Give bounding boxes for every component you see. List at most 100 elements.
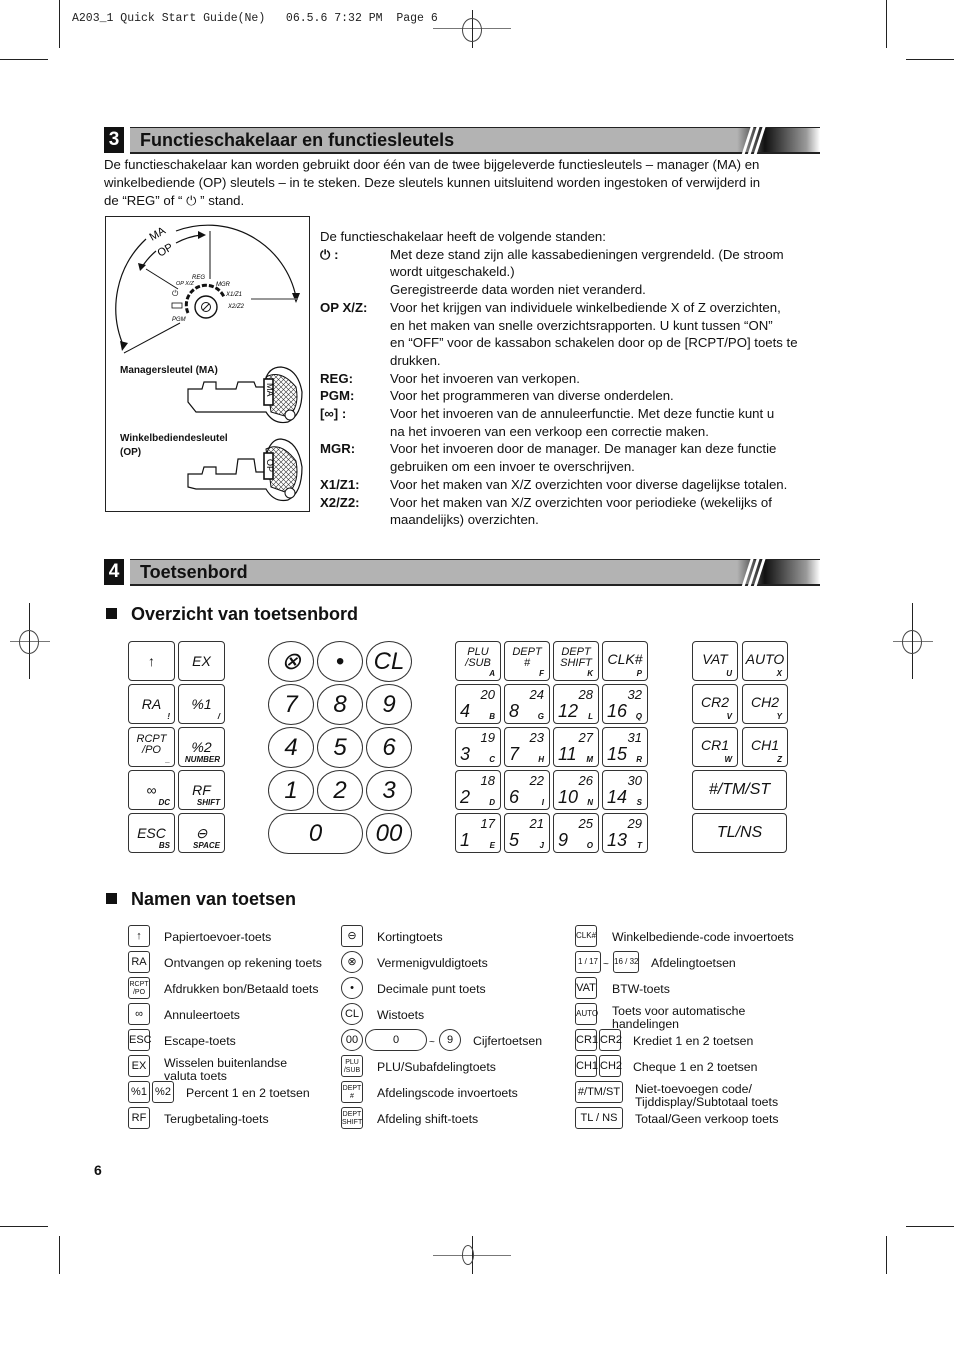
section-number: 3 bbox=[104, 127, 124, 153]
department-key-11[interactable]: 27 11 M bbox=[553, 727, 599, 767]
intro-line: de “REG” of “ ⏻ ” stand. bbox=[104, 193, 245, 208]
key-upper-number: 32 bbox=[627, 687, 642, 702]
key-1[interactable]: 1 bbox=[268, 770, 314, 811]
legend-label: Escape-toets bbox=[164, 1034, 236, 1048]
position-key: PGM: bbox=[320, 388, 355, 404]
description-line: Met deze stand zijn alle kassabedieninge… bbox=[390, 246, 784, 262]
key-cr2[interactable]: CR2 V bbox=[692, 684, 738, 724]
position-description: Voor het invoeren van de annuleerfunctie… bbox=[390, 405, 830, 440]
key-sublabel: C bbox=[489, 755, 495, 764]
key-rf[interactable]: RF SHIFT bbox=[178, 770, 225, 810]
key-0[interactable]: 0 bbox=[268, 813, 363, 854]
key-decimal-point[interactable]: • bbox=[317, 641, 363, 682]
key-cl[interactable]: CL bbox=[366, 641, 412, 682]
key-ch2[interactable]: CH2 Y bbox=[742, 684, 788, 724]
crop-mark bbox=[886, 1236, 887, 1274]
position-key: ⏻ : bbox=[320, 246, 339, 262]
key-label: %2 bbox=[191, 739, 212, 755]
key-8[interactable]: 8 bbox=[317, 684, 363, 725]
key-2[interactable]: %2 NUMBER bbox=[178, 727, 225, 767]
key-4[interactable]: 4 bbox=[268, 727, 314, 768]
department-key-5[interactable]: 21 5 J bbox=[504, 813, 550, 853]
key-sublabel: B bbox=[489, 712, 495, 721]
key-symbol[interactable]: ∞ DC bbox=[128, 770, 175, 810]
department-key-2[interactable]: 18 2 D bbox=[455, 770, 501, 810]
key-1[interactable]: %1 / bbox=[178, 684, 225, 724]
department-key-16[interactable]: 32 16 Q bbox=[602, 684, 648, 724]
legend-label: BTW-toets bbox=[612, 982, 670, 996]
legend-key-vat: VAT bbox=[575, 977, 597, 999]
key-sublabel: M bbox=[586, 755, 593, 764]
department-key-7[interactable]: 23 7 H bbox=[504, 727, 550, 767]
switch-position-item: MGR: Voor het invoeren door de manager. D… bbox=[320, 440, 830, 475]
key-cr1[interactable]: CR1 W bbox=[692, 727, 738, 767]
legend-label: Afdelingscode invoertoets bbox=[377, 1086, 518, 1100]
key-00[interactable]: 00 bbox=[366, 813, 412, 854]
key-plu-sub[interactable]: PLU /SUB A bbox=[455, 641, 501, 681]
switch-label-reg: REG bbox=[192, 275, 205, 281]
switch-label-pgm: PGM bbox=[172, 317, 186, 323]
description-line: drukken. bbox=[390, 352, 441, 368]
key-5[interactable]: 5 bbox=[317, 727, 363, 768]
legend-key-2: %2 bbox=[152, 1081, 174, 1103]
key-esc[interactable]: ESC BS bbox=[128, 813, 175, 853]
section-number: 4 bbox=[104, 559, 124, 585]
svg-text:OP: OP bbox=[265, 459, 275, 472]
section-bar: Functieschakelaar en functiesleutels bbox=[130, 126, 820, 156]
key-sublabel: N bbox=[587, 798, 593, 807]
key-2[interactable]: 2 bbox=[317, 770, 363, 811]
key-9[interactable]: 9 bbox=[366, 684, 412, 725]
key-label: RA bbox=[141, 696, 162, 712]
key-upper-number: 31 bbox=[627, 730, 642, 745]
key-tm-st[interactable]: #/TM/ST bbox=[692, 770, 787, 810]
legend-label: PLU/Subafdelingtoets bbox=[377, 1060, 496, 1074]
key-lower-number: 2 bbox=[460, 787, 471, 807]
key-clk[interactable]: CLK# P bbox=[602, 641, 648, 681]
key-dept[interactable]: DEPT # F bbox=[504, 641, 550, 681]
legend-label: Afdeling shift-toets bbox=[377, 1112, 479, 1126]
key-7[interactable]: 7 bbox=[268, 684, 314, 725]
key-dept-shift[interactable]: DEPT SHIFT K bbox=[553, 641, 599, 681]
key-vat[interactable]: VAT U bbox=[692, 641, 738, 681]
key-6[interactable]: 6 bbox=[366, 727, 412, 768]
key-label: DEPT # bbox=[512, 646, 542, 669]
department-key-15[interactable]: 31 15 R bbox=[602, 727, 648, 767]
key-ra[interactable]: RA! bbox=[128, 684, 175, 724]
department-key-8[interactable]: 24 8 G bbox=[504, 684, 550, 724]
key-label: 8 bbox=[333, 691, 347, 718]
bullet-square bbox=[106, 608, 117, 619]
key-upper-number: 27 bbox=[578, 730, 593, 745]
department-key-9[interactable]: 25 9 O bbox=[553, 813, 599, 853]
key-auto[interactable]: AUTO X bbox=[742, 641, 788, 681]
department-key-3[interactable]: 19 3 C bbox=[455, 727, 501, 767]
department-key-12[interactable]: 28 12 L bbox=[553, 684, 599, 724]
key-sublabel: O bbox=[586, 841, 593, 850]
legend-key-ra: RA bbox=[128, 951, 150, 973]
key-ex[interactable]: EX bbox=[178, 641, 225, 681]
position-key: [∞] : bbox=[320, 406, 347, 422]
legend-label: Terugbetaling-toets bbox=[164, 1112, 269, 1126]
key-rcpt-po[interactable]: RCPT /PO _ bbox=[128, 727, 175, 767]
key-symbol[interactable]: ⊖ SPACE bbox=[178, 813, 225, 853]
key-label: DEPT SHIFT bbox=[560, 646, 592, 669]
crop-mark bbox=[886, 0, 887, 48]
legend-label: Decimale punt toets bbox=[377, 982, 486, 996]
key-multiply[interactable]: ⊗ bbox=[268, 641, 314, 682]
department-key-6[interactable]: 22 6 I bbox=[504, 770, 550, 810]
department-key-10[interactable]: 26 10 N bbox=[553, 770, 599, 810]
key-ch1[interactable]: CH1 Z bbox=[742, 727, 788, 767]
key-upper-number: 26 bbox=[578, 773, 593, 788]
legend-key-esc: ESC bbox=[128, 1029, 152, 1051]
key-sublabel: DC bbox=[158, 798, 170, 807]
key-3[interactable]: 3 bbox=[366, 770, 412, 811]
key-tl-ns[interactable]: TL/NS bbox=[692, 813, 787, 853]
slash-decoration bbox=[741, 126, 766, 156]
key-sublabel: Z bbox=[777, 755, 782, 764]
description-line: maandelijks) overzichten. bbox=[390, 512, 539, 528]
department-key-13[interactable]: 29 13 T bbox=[602, 813, 648, 853]
department-key-4[interactable]: 20 4 B bbox=[455, 684, 501, 724]
key-label: ESC bbox=[137, 825, 166, 841]
key-symbol[interactable]: ↑ bbox=[128, 641, 175, 681]
department-key-1[interactable]: 17 1 E bbox=[455, 813, 501, 853]
department-key-14[interactable]: 30 14 S bbox=[602, 770, 648, 810]
